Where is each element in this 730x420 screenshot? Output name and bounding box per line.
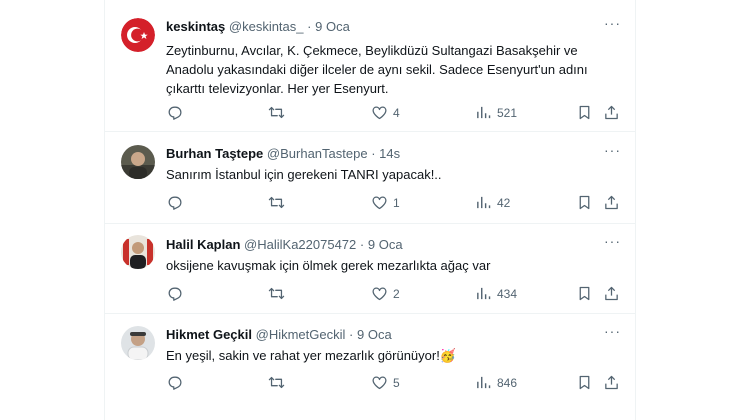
more-options-icon[interactable]: ··· bbox=[604, 233, 621, 249]
separator-dot: · bbox=[359, 237, 365, 252]
views-button[interactable]: 42 bbox=[475, 194, 510, 211]
reply-icon bbox=[168, 106, 182, 120]
bookmark-button[interactable] bbox=[576, 285, 593, 302]
timestamp[interactable]: 14s bbox=[379, 146, 400, 161]
timestamp[interactable]: 9 Oca bbox=[315, 19, 350, 34]
view-count: 846 bbox=[497, 375, 518, 390]
avatar[interactable] bbox=[121, 326, 155, 360]
reply-icon bbox=[168, 376, 182, 390]
separator-dot: · bbox=[307, 19, 312, 34]
bookmark-icon bbox=[579, 375, 590, 390]
retweet-button[interactable] bbox=[268, 285, 290, 302]
reply-button[interactable] bbox=[166, 104, 188, 121]
avatar[interactable] bbox=[121, 235, 155, 269]
views-button[interactable]: 846 bbox=[475, 374, 517, 391]
more-options-icon[interactable]: ··· bbox=[604, 15, 621, 31]
like-count: 4 bbox=[393, 105, 400, 120]
views-button[interactable]: 434 bbox=[475, 285, 517, 302]
share-icon bbox=[605, 375, 618, 390]
views-icon bbox=[477, 376, 491, 389]
timestamp[interactable]: 9 Oca bbox=[357, 327, 392, 342]
reply-button[interactable] bbox=[166, 194, 188, 211]
bookmark-icon bbox=[579, 286, 590, 301]
tweet-text: Zeytinburnu, Avcılar, K. Çekmece, Beylik… bbox=[166, 43, 588, 96]
retweet-icon bbox=[268, 106, 285, 119]
share-button[interactable] bbox=[603, 374, 620, 391]
tweet-header: Hikmet Geçkil @HikmetGeckil · 9 Oca bbox=[166, 327, 392, 342]
share-icon bbox=[605, 195, 618, 210]
tweet-actions: 2 434 bbox=[166, 285, 621, 303]
like-icon bbox=[372, 376, 387, 390]
views-icon bbox=[477, 287, 491, 300]
view-count: 434 bbox=[497, 286, 518, 301]
like-icon bbox=[372, 196, 387, 210]
bookmark-button[interactable] bbox=[576, 374, 593, 391]
tweet-header: keskintaş @keskintas_ · 9 Oca bbox=[166, 19, 350, 34]
tweet[interactable]: Halil Kaplan @HalilKa22075472 · 9 Oca ··… bbox=[105, 224, 635, 314]
tweet-actions: 4 521 bbox=[166, 104, 621, 122]
display-name[interactable]: Burhan Taştepe bbox=[166, 146, 263, 161]
tweet[interactable]: Burhan Taştepe @BurhanTastepe · 14s ··· … bbox=[105, 132, 635, 224]
retweet-button[interactable] bbox=[268, 374, 290, 391]
like-count: 5 bbox=[393, 375, 400, 390]
share-button[interactable] bbox=[603, 285, 620, 302]
tweet-header: Burhan Taştepe @BurhanTastepe · 14s bbox=[166, 146, 400, 161]
bookmark-button[interactable] bbox=[576, 194, 593, 211]
views-icon bbox=[477, 196, 491, 209]
bookmark-icon bbox=[579, 105, 590, 120]
tweet[interactable]: keskintaş @keskintas_ · 9 Oca ··· Zeytin… bbox=[105, 8, 635, 132]
reply-button[interactable] bbox=[166, 285, 188, 302]
tweet[interactable]: Hikmet Geçkil @HikmetGeckil · 9 Oca ··· … bbox=[105, 314, 635, 420]
retweet-button[interactable] bbox=[268, 104, 290, 121]
reply-icon bbox=[168, 196, 182, 210]
retweet-icon bbox=[268, 376, 285, 389]
avatar[interactable] bbox=[121, 18, 155, 52]
reply-button[interactable] bbox=[166, 374, 188, 391]
reply-thread: keskintaş @keskintas_ · 9 Oca ··· Zeytin… bbox=[104, 0, 636, 420]
separator-dot: · bbox=[371, 146, 376, 161]
tweet-actions: 5 846 bbox=[166, 374, 621, 392]
view-count: 42 bbox=[497, 195, 511, 210]
display-name[interactable]: Hikmet Geçkil bbox=[166, 327, 252, 342]
retweet-icon bbox=[268, 287, 285, 300]
views-icon bbox=[477, 106, 491, 119]
like-button[interactable]: 4 bbox=[371, 104, 400, 121]
share-icon bbox=[605, 105, 618, 120]
share-icon bbox=[605, 286, 618, 301]
retweet-icon bbox=[268, 196, 285, 209]
like-count: 1 bbox=[393, 195, 400, 210]
tweet-actions: 1 42 bbox=[166, 194, 621, 212]
views-button[interactable]: 521 bbox=[475, 104, 517, 121]
avatar[interactable] bbox=[121, 145, 155, 179]
username[interactable]: @HikmetGeckil bbox=[256, 327, 346, 342]
bookmark-icon bbox=[579, 195, 590, 210]
like-icon bbox=[372, 106, 387, 120]
like-button[interactable]: 1 bbox=[371, 194, 400, 211]
username[interactable]: @keskintas_ bbox=[229, 19, 304, 34]
like-button[interactable]: 5 bbox=[371, 374, 400, 391]
tweet-header: Halil Kaplan @HalilKa22075472 · 9 Oca bbox=[166, 237, 403, 252]
tweet-text: En yeşil, sakin ve rahat yer mezarlık gö… bbox=[166, 348, 457, 363]
display-name[interactable]: Halil Kaplan bbox=[166, 237, 240, 252]
view-count: 521 bbox=[497, 105, 518, 120]
tweet-text: oksijene kavuşmak için ölmek gerek mezar… bbox=[166, 258, 491, 273]
separator-dot: · bbox=[349, 327, 354, 342]
username[interactable]: @HalilKa22075472 bbox=[244, 237, 356, 252]
more-options-icon[interactable]: ··· bbox=[604, 323, 621, 339]
share-button[interactable] bbox=[603, 104, 620, 121]
username[interactable]: @BurhanTastepe bbox=[267, 146, 368, 161]
bookmark-button[interactable] bbox=[576, 104, 593, 121]
tweet-text: Sanırım İstanbul için gerekeni TANRI yap… bbox=[166, 167, 442, 182]
reply-icon bbox=[168, 287, 182, 301]
retweet-button[interactable] bbox=[268, 194, 290, 211]
more-options-icon[interactable]: ··· bbox=[604, 142, 621, 158]
like-icon bbox=[372, 287, 387, 301]
display-name[interactable]: keskintaş bbox=[166, 19, 225, 34]
like-count: 2 bbox=[393, 286, 400, 301]
share-button[interactable] bbox=[603, 194, 620, 211]
like-button[interactable]: 2 bbox=[371, 285, 400, 302]
timestamp[interactable]: 9 Oca bbox=[368, 237, 403, 252]
